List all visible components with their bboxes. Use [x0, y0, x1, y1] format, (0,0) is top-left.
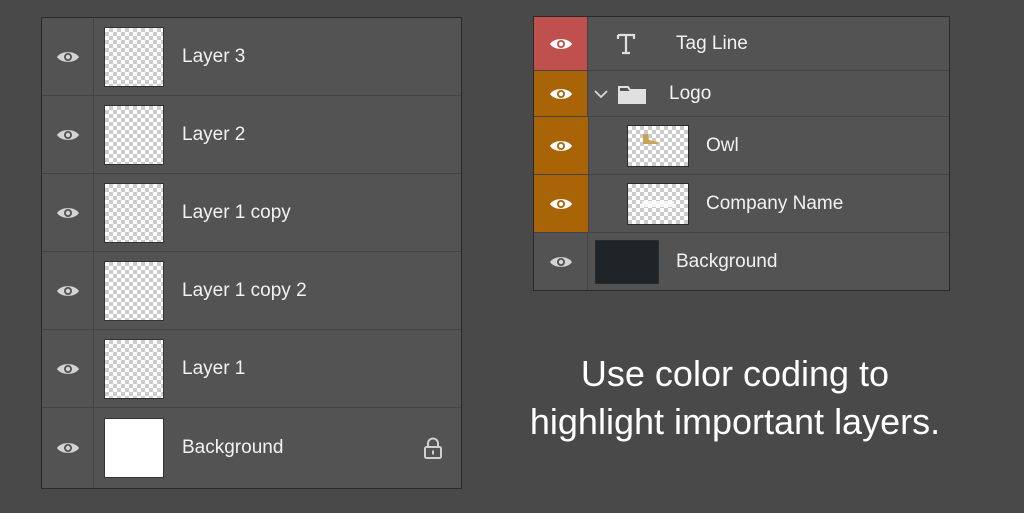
- layer-name: Owl: [706, 134, 739, 156]
- visibility-toggle[interactable]: [42, 18, 94, 95]
- layer-row-layer-1-copy-2[interactable]: Layer 1 copy 2: [42, 252, 461, 330]
- visibility-toggle[interactable]: [534, 117, 588, 174]
- layer-row-company-name[interactable]: Company Name: [534, 175, 949, 233]
- layers-panel-right: Tag Line Logo Owl Company Name Backgroun…: [533, 16, 950, 291]
- chevron-down-icon[interactable]: [594, 89, 608, 99]
- layer-thumbnail: [595, 239, 659, 284]
- layer-name: Layer 1 copy: [182, 201, 291, 223]
- eye-icon: [549, 38, 572, 49]
- layer-name: Layer 1: [182, 357, 246, 379]
- lock-icon[interactable]: [423, 437, 443, 459]
- visibility-toggle[interactable]: [42, 252, 94, 329]
- layer-thumbnail: [104, 338, 164, 399]
- layer-thumbnail: [104, 26, 164, 87]
- visibility-toggle[interactable]: [42, 174, 94, 251]
- eye-icon: [56, 285, 79, 296]
- layer-group-logo[interactable]: Logo: [534, 71, 949, 117]
- caption-line-2: highlight important layers.: [529, 401, 941, 442]
- layer-row-owl[interactable]: Owl: [534, 117, 949, 175]
- layer-row-layer-1[interactable]: Layer 1: [42, 330, 461, 408]
- eye-icon: [550, 198, 572, 209]
- layer-thumbnail: [104, 182, 164, 243]
- layer-name: Layer 1 copy 2: [182, 279, 307, 301]
- layers-panel-left: Layer 3 Layer 2 Layer 1 copy Layer 1 cop…: [41, 17, 462, 489]
- layer-row-layer-2[interactable]: Layer 2: [42, 96, 461, 174]
- layer-name: Background: [676, 250, 778, 272]
- layer-name: Logo: [669, 82, 712, 104]
- caption-line-1: Use color coding to: [580, 353, 890, 394]
- layer-row-layer-3[interactable]: Layer 3: [42, 18, 461, 96]
- layer-row-background[interactable]: Background: [42, 408, 461, 488]
- layer-thumbnail: [104, 104, 164, 165]
- visibility-toggle[interactable]: [534, 175, 588, 232]
- layer-name: Background: [182, 437, 284, 458]
- layer-thumbnail: [104, 418, 164, 478]
- layer-thumbnail: [627, 124, 689, 167]
- visibility-toggle[interactable]: [534, 71, 588, 116]
- layer-name: Layer 2: [182, 123, 246, 145]
- visibility-toggle[interactable]: [42, 408, 94, 488]
- layer-row-tag-line[interactable]: Tag Line: [534, 17, 949, 71]
- layer-thumbnail: [104, 260, 164, 321]
- eye-icon: [56, 51, 79, 62]
- layer-name: Tag Line: [676, 32, 748, 54]
- eye-icon: [56, 363, 79, 374]
- layer-row-layer-1-copy[interactable]: Layer 1 copy: [42, 174, 461, 252]
- folder-icon: [618, 85, 646, 104]
- eye-icon: [56, 207, 79, 218]
- eye-icon: [56, 129, 79, 140]
- visibility-toggle[interactable]: [534, 17, 588, 70]
- eye-icon: [550, 140, 572, 151]
- eye-icon: [549, 88, 572, 99]
- caption: Use color coding to highlight important …: [490, 350, 980, 446]
- layer-name: Layer 3: [182, 45, 246, 67]
- layer-row-background-right[interactable]: Background: [534, 233, 949, 290]
- owl-icon: [643, 133, 658, 144]
- layer-thumbnail: [627, 182, 689, 225]
- eye-icon: [549, 256, 572, 267]
- eye-icon: [56, 443, 79, 453]
- visibility-toggle[interactable]: [42, 96, 94, 173]
- visibility-toggle[interactable]: [534, 233, 588, 290]
- visibility-toggle[interactable]: [42, 330, 94, 407]
- layer-name: Company Name: [706, 192, 844, 214]
- type-icon: [616, 33, 636, 54]
